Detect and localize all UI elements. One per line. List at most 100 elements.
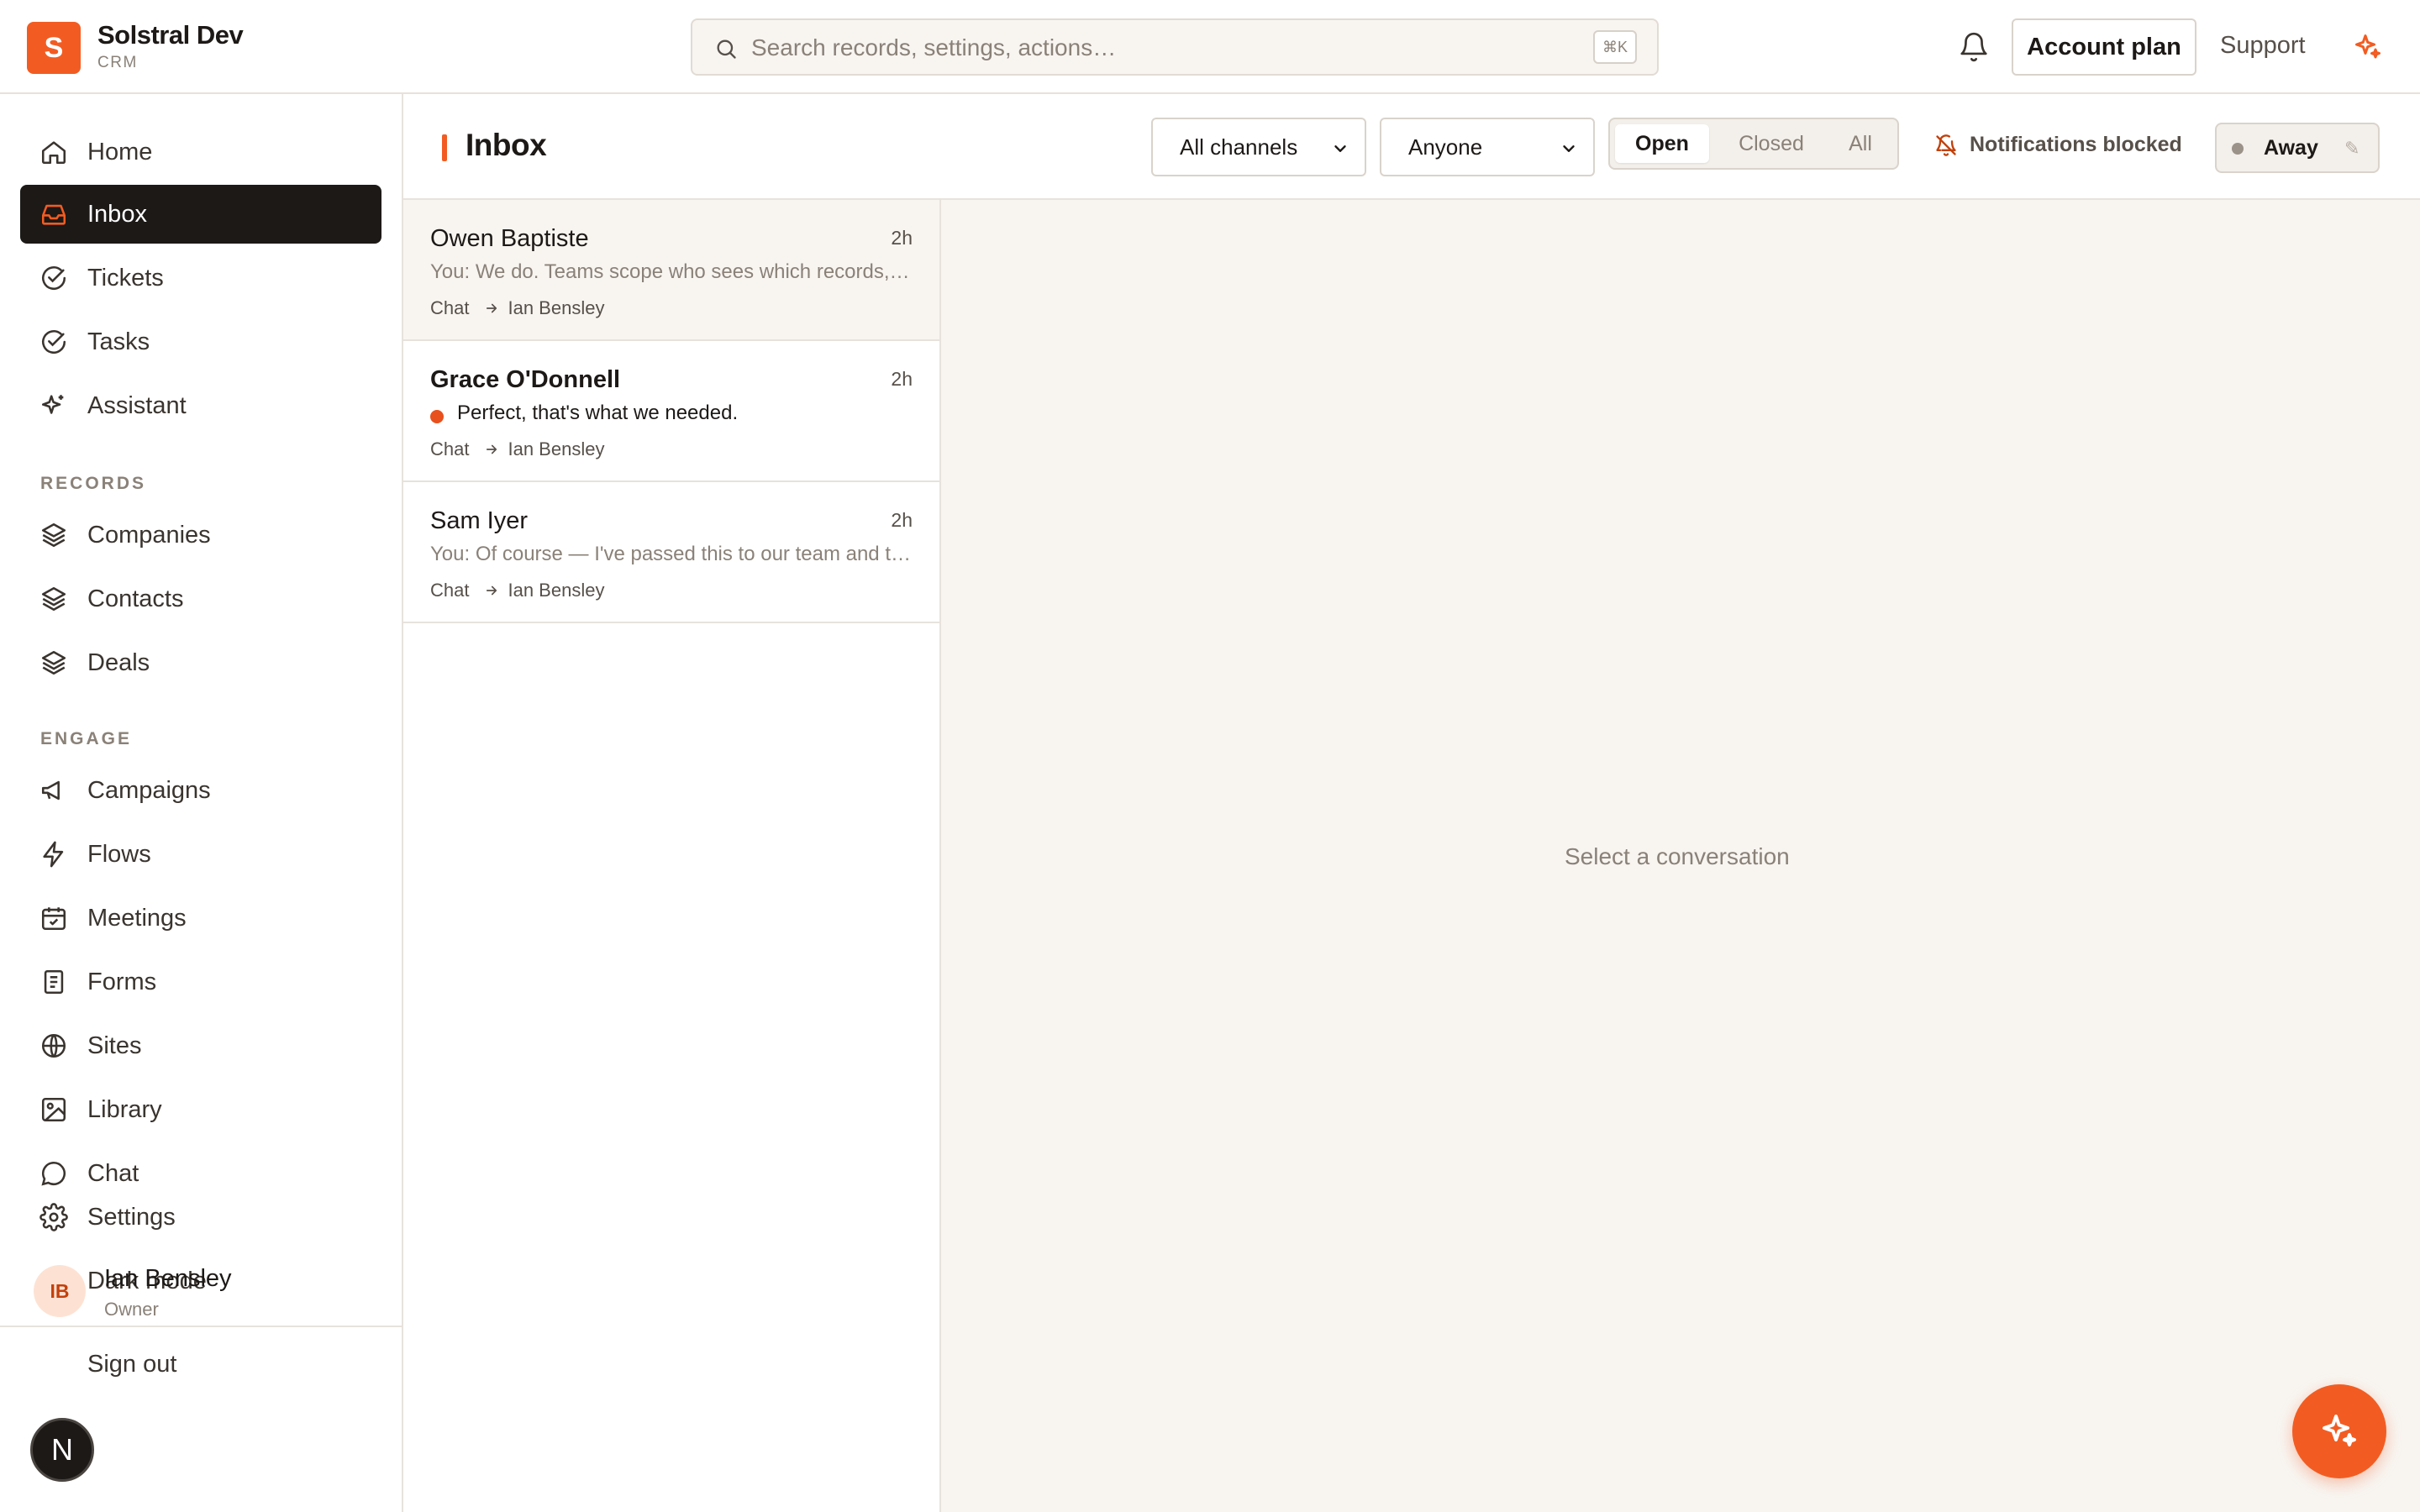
sidebar-item-meetings[interactable]: Meetings: [20, 889, 381, 948]
conversation-meta: Chat Ian Bensley: [430, 580, 604, 601]
conversation-preview: You: We do. Teams scope who sees which r…: [430, 260, 913, 283]
brand-subtitle: CRM: [97, 54, 138, 71]
chevron-down-icon: [1560, 139, 1578, 158]
sidebar-item-label: Forms: [87, 968, 157, 995]
assignee-filter-select[interactable]: Anyone: [1380, 118, 1595, 176]
status-segmented-control: Open Closed All: [1608, 118, 1899, 170]
search-input[interactable]: [751, 29, 1575, 67]
check-circle-icon: [39, 327, 69, 357]
brand-logo[interactable]: S: [27, 22, 81, 74]
dev-tools-badge[interactable]: N: [30, 1418, 94, 1482]
account-plan-button[interactable]: Account plan: [2012, 18, 2196, 76]
assignee-label: Ian Bensley: [508, 438, 605, 459]
contact-name: Grace O'Donnell: [430, 366, 621, 393]
bell-icon[interactable]: [1958, 30, 1990, 64]
bell-off-icon: [1934, 134, 1958, 157]
top-bar: S Solstral Dev CRM ⌘K Account plan Suppo…: [0, 0, 2420, 94]
presence-label: Away: [2264, 136, 2318, 160]
sparkle-icon: [2319, 1411, 2360, 1452]
home-icon: [39, 137, 69, 167]
sidebar-item-campaigns[interactable]: Campaigns: [20, 761, 381, 820]
check-circle-icon: [39, 263, 69, 293]
sidebar-item-label: Contacts: [87, 585, 184, 612]
sidebar-item-label: Home: [87, 138, 153, 165]
bolt-icon: [39, 839, 69, 869]
sidebar-item-library[interactable]: Library: [20, 1080, 381, 1139]
conversation-time: 2h: [891, 368, 913, 390]
megaphone-icon: [39, 775, 69, 806]
layers-icon: [39, 584, 69, 614]
sidebar-item-label: Assistant: [87, 391, 187, 419]
engage-section-label: ENGAGE: [40, 729, 133, 748]
arrow-right-icon: [484, 301, 499, 316]
conversation-time: 2h: [891, 227, 913, 249]
channel-filter-select[interactable]: All channels: [1151, 118, 1366, 176]
sidebar-item-label: Inbox: [87, 200, 147, 228]
sidebar: Home Inbox Tickets Tasks Assistant RECOR…: [0, 94, 403, 1512]
sidebar-item-label: Library: [87, 1095, 162, 1123]
sidebar-divider: [0, 1326, 402, 1327]
notifications-status[interactable]: Notifications blocked: [1934, 133, 2182, 157]
title-accent-bar: [442, 134, 447, 161]
assignee-label: Ian Bensley: [508, 297, 605, 318]
sidebar-item-label: Chat: [87, 1159, 139, 1187]
conversation-item[interactable]: Grace O'Donnell 2h Perfect, that's what …: [403, 341, 939, 482]
sidebar-item-forms[interactable]: Forms: [20, 953, 381, 1011]
sidebar-item-assistant[interactable]: Assistant: [20, 376, 381, 435]
pencil-icon[interactable]: ✎: [2344, 138, 2360, 160]
sidebar-item-home[interactable]: Home: [20, 123, 381, 181]
sidebar-item-contacts[interactable]: Contacts: [20, 570, 381, 628]
arrow-right-icon: [484, 442, 499, 457]
assignee-filter-value: Anyone: [1408, 134, 1483, 160]
tab-open[interactable]: Open: [1615, 124, 1709, 163]
search-icon: [714, 37, 738, 60]
avatar[interactable]: IB: [34, 1265, 86, 1317]
layers-icon: [39, 648, 69, 678]
conversation-preview: You: Of course — I've passed this to our…: [430, 543, 913, 565]
conversation-item[interactable]: Sam Iyer 2h You: Of course — I've passed…: [403, 482, 939, 623]
ai-assistant-button[interactable]: [2292, 1384, 2386, 1478]
conversation-time: 2h: [891, 509, 913, 531]
conversation-meta: Chat Ian Bensley: [430, 297, 604, 319]
brand-name: Solstral Dev: [97, 20, 244, 50]
sidebar-item-tickets[interactable]: Tickets: [20, 249, 381, 307]
sidebar-item-companies[interactable]: Companies: [20, 506, 381, 564]
channel-label: Chat: [430, 297, 470, 318]
user-role: Owner: [104, 1299, 159, 1320]
sidebar-item-tasks[interactable]: Tasks: [20, 312, 381, 371]
conversation-list: Owen Baptiste 2h You: We do. Teams scope…: [403, 200, 941, 1512]
sidebar-item-label: Deals: [87, 648, 150, 676]
sidebar-item-settings[interactable]: Settings: [20, 1188, 381, 1247]
assignee-label: Ian Bensley: [508, 580, 605, 601]
chat-icon: [39, 1158, 69, 1189]
image-icon: [39, 1095, 69, 1125]
layers-icon: [39, 520, 69, 550]
contact-name: Owen Baptiste: [430, 225, 589, 252]
gear-icon: [39, 1202, 69, 1232]
globe-icon: [39, 1031, 69, 1061]
ai-sparkle-icon[interactable]: [2353, 32, 2383, 62]
tab-all[interactable]: All: [1830, 124, 1891, 163]
inbox-header: Inbox All channels Anyone Open Closed Al…: [403, 94, 2420, 200]
global-search[interactable]: ⌘K: [691, 18, 1659, 76]
channel-label: Chat: [430, 438, 470, 459]
tab-closed[interactable]: Closed: [1718, 124, 1825, 163]
sign-out-button[interactable]: Sign out: [87, 1351, 176, 1378]
conversation-item[interactable]: Owen Baptiste 2h You: We do. Teams scope…: [403, 200, 939, 341]
contact-name: Sam Iyer: [430, 507, 529, 534]
channel-filter-value: All channels: [1180, 134, 1298, 160]
sidebar-item-label: Sites: [87, 1032, 142, 1059]
sidebar-item-deals[interactable]: Deals: [20, 633, 381, 692]
presence-toggle[interactable]: Away ✎: [2215, 123, 2380, 173]
sidebar-item-inbox[interactable]: Inbox: [20, 185, 381, 244]
user-name: Ian Bensley: [104, 1265, 232, 1292]
notifications-status-label: Notifications blocked: [1970, 133, 2182, 156]
support-link[interactable]: Support: [2220, 32, 2306, 60]
sidebar-item-sites[interactable]: Sites: [20, 1016, 381, 1075]
sparkle-icon: [39, 391, 69, 421]
calendar-icon: [39, 903, 69, 933]
sidebar-item-flows[interactable]: Flows: [20, 825, 381, 884]
sidebar-item-label: Flows: [87, 840, 151, 868]
empty-state-message: Select a conversation: [1565, 843, 1790, 869]
channel-label: Chat: [430, 580, 470, 601]
